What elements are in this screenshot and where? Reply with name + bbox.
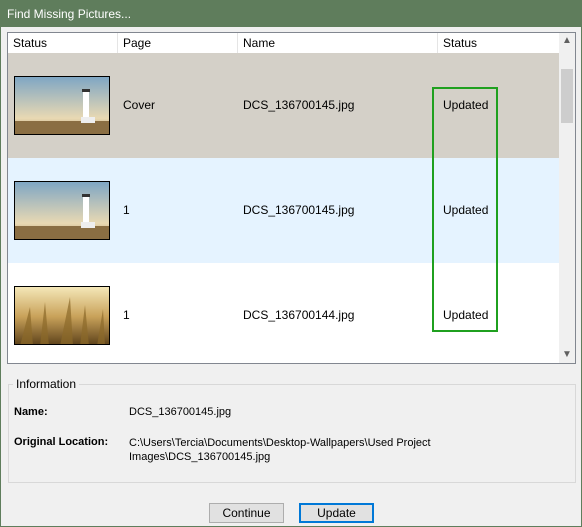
column-header-status[interactable]: Status — [438, 33, 560, 53]
row-page: Cover — [123, 98, 156, 112]
original-location-label: Original Location: — [14, 436, 109, 448]
window-title: Find Missing Pictures... — [7, 7, 132, 21]
continue-button[interactable]: Continue — [209, 503, 284, 523]
row-name: DCS_136700145.jpg — [243, 203, 355, 217]
vertical-scrollbar[interactable]: ▲ ▼ — [559, 33, 575, 363]
row-page: 1 — [123, 308, 130, 322]
column-header-status-thumb[interactable]: Status — [8, 33, 118, 53]
lighthouse-icon — [14, 76, 110, 135]
information-group — [8, 384, 576, 483]
original-location-line1: C:\Users\Tercia\Documents\Desktop-Wallpa… — [129, 437, 431, 449]
name-label: Name: — [14, 406, 48, 418]
original-location-line2: Images\DCS_136700145.jpg — [129, 451, 271, 463]
information-legend: Information — [13, 377, 80, 391]
title-bar: Find Missing Pictures... — [1, 1, 581, 27]
wheat-field-icon — [14, 286, 110, 345]
list-header: Status Page Name Status — [8, 33, 560, 54]
name-value: DCS_136700145.jpg — [129, 406, 232, 418]
scroll-up-icon[interactable]: ▲ — [559, 33, 575, 49]
row-page: 1 — [123, 203, 130, 217]
scroll-down-icon[interactable]: ▼ — [559, 347, 575, 363]
column-header-page[interactable]: Page — [118, 33, 238, 53]
column-header-name[interactable]: Name — [238, 33, 438, 53]
row-name: DCS_136700145.jpg — [243, 98, 355, 112]
status-highlight-box — [432, 87, 498, 332]
scrollbar-thumb[interactable] — [561, 69, 573, 123]
update-button[interactable]: Update — [299, 503, 374, 523]
row-name: DCS_136700144.jpg — [243, 308, 355, 322]
lighthouse-icon — [14, 181, 110, 240]
find-missing-pictures-dialog: Find Missing Pictures... Status Page Nam… — [0, 0, 582, 527]
